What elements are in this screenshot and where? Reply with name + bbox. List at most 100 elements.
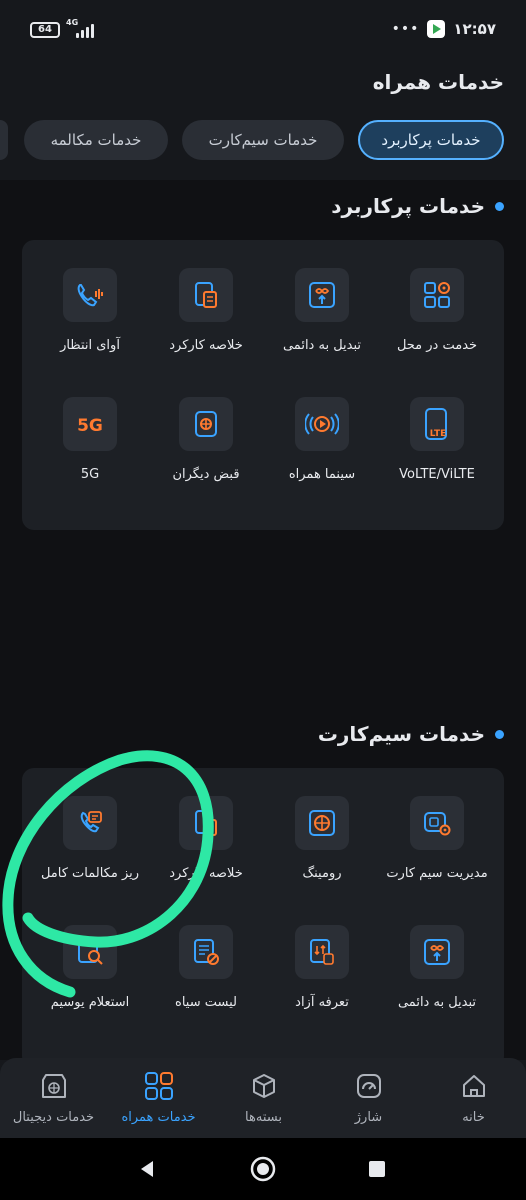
- back-triangle-icon: [141, 1161, 153, 1177]
- grid-location-icon: [410, 268, 464, 322]
- item-label: VoLTE/ViLTE: [399, 467, 475, 482]
- service-others-bill[interactable]: قبض دیگران: [146, 397, 266, 482]
- section-bullet: [495, 201, 504, 211]
- service-convert-permanent-sim[interactable]: تبدیل به دائمی: [377, 925, 497, 1010]
- usage-summary-icon: [179, 268, 233, 322]
- item-label: استعلام یوسیم: [50, 995, 130, 1010]
- nav-mobile-services[interactable]: خدمات همراه: [106, 1070, 211, 1125]
- blacklist-icon: [179, 925, 233, 979]
- service-sim-management[interactable]: مدیریت سیم کارت: [377, 796, 497, 881]
- service-5g[interactable]: 5G 5G: [30, 397, 150, 482]
- item-label: مدیریت سیم کارت: [386, 866, 488, 881]
- tab-sim-services[interactable]: خدمات سیم‌کارت: [182, 120, 344, 160]
- service-roaming[interactable]: رومینگ: [262, 796, 382, 881]
- home-button[interactable]: [248, 1154, 278, 1184]
- phone-ringback-icon: [63, 268, 117, 322]
- convert-permanent-icon: [410, 925, 464, 979]
- home-circle-icon: [250, 1156, 276, 1182]
- 5g-icon: 5G: [63, 397, 117, 451]
- item-label: تبدیل به دائمی: [397, 995, 477, 1010]
- service-call-details[interactable]: ریز مکالمات کامل: [30, 796, 150, 881]
- home-icon: [421, 1070, 526, 1102]
- section-title-popular: خدمات پرکاربرد: [331, 194, 504, 218]
- section-bullet: [495, 729, 504, 739]
- lte-icon: LTE: [410, 397, 464, 451]
- nav-label: خدمات همراه: [121, 1110, 196, 1125]
- status-bar: 64 4G ••• ۱۲:۵۷: [0, 0, 526, 60]
- service-usage-summary[interactable]: خلاصه کارکرد: [146, 268, 266, 353]
- nav-label: بسته‌ها: [245, 1110, 282, 1125]
- svg-text:5G: 5G: [77, 416, 103, 436]
- item-label: ریز مکالمات کامل: [40, 866, 140, 881]
- battery-icon: 64: [30, 22, 60, 38]
- bottom-navigation: خانه شارژ بسته‌ها خدمات همراه خدمات دیجی…: [0, 1058, 526, 1138]
- section-title-sim: خدمات سیم‌کارت: [318, 722, 504, 746]
- nav-charge[interactable]: شارژ: [316, 1070, 421, 1125]
- recents-button[interactable]: [362, 1154, 392, 1184]
- recents-square-icon: [369, 1161, 385, 1177]
- service-volte[interactable]: LTE VoLTE/ViLTE: [377, 397, 497, 482]
- roaming-globe-icon: [295, 796, 349, 850]
- item-label: تعرفه آزاد: [295, 995, 349, 1010]
- nav-packages[interactable]: بسته‌ها: [211, 1070, 316, 1125]
- signal-icon: 4G: [66, 18, 94, 38]
- section-title-text: خدمات پرکاربرد: [331, 194, 485, 218]
- item-label: سینما همراه: [288, 467, 356, 482]
- page-title: خدمات همراه: [372, 70, 504, 94]
- service-ringback-tone[interactable]: آوای انتظار: [30, 268, 150, 353]
- others-bill-icon: [179, 397, 233, 451]
- back-button[interactable]: [132, 1154, 162, 1184]
- nav-label: شارژ: [354, 1110, 383, 1125]
- popular-services-card: خدمت در محل تبدیل به دائمی خلاصه کارکرد …: [22, 240, 504, 530]
- tab-call-services[interactable]: خدمات مکالمه: [24, 120, 168, 160]
- services-grid-icon: [106, 1070, 211, 1102]
- service-free-tariff[interactable]: تعرفه آزاد: [262, 925, 382, 1010]
- free-tariff-icon: [295, 925, 349, 979]
- item-label: خلاصه کارکرد: [169, 338, 243, 353]
- battery-level: 64: [38, 24, 52, 35]
- overflow-dots: •••: [391, 21, 420, 37]
- item-label: خلاصه کارکرد: [169, 866, 243, 881]
- charge-gauge-icon: [316, 1070, 421, 1102]
- sim-services-card: مدیریت سیم کارت رومینگ خلاصه کارکرد ریز …: [22, 768, 504, 1068]
- tab-partial-offscreen[interactable]: [0, 120, 8, 160]
- item-label: آوای انتظار: [60, 338, 120, 353]
- tab-label: خدمات سیم‌کارت: [208, 131, 318, 149]
- tab-label: خدمات مکالمه: [50, 131, 142, 149]
- status-right: ••• ۱۲:۵۷: [392, 20, 496, 38]
- item-label: خدمت در محل: [396, 338, 478, 353]
- system-navigation-bar: [0, 1138, 526, 1200]
- section-title-text: خدمات سیم‌کارت: [317, 722, 485, 746]
- item-label: لیست سیاه: [175, 995, 237, 1010]
- network-type: 4G: [66, 18, 79, 27]
- service-onsite[interactable]: خدمت در محل: [377, 268, 497, 353]
- usage-summary-icon: [179, 796, 233, 850]
- svg-text:LTE: LTE: [430, 429, 447, 439]
- nav-label: خانه: [462, 1110, 485, 1125]
- service-blacklist[interactable]: لیست سیاه: [146, 925, 266, 1010]
- status-left: 64 4G: [30, 18, 94, 38]
- item-label: تبدیل به دائمی: [282, 338, 362, 353]
- tab-popular-services[interactable]: خدمات پرکاربرد: [358, 120, 504, 160]
- service-cinema[interactable]: سینما همراه: [262, 397, 382, 482]
- call-details-icon: [63, 796, 117, 850]
- digital-store-icon: [1, 1070, 106, 1102]
- tab-label: خدمات پرکاربرد: [381, 131, 481, 149]
- nav-digital-services[interactable]: خدمات دیجیتال: [1, 1070, 106, 1125]
- item-label: قبض دیگران: [172, 467, 240, 482]
- convert-permanent-icon: [295, 268, 349, 322]
- cinema-play-icon: [295, 397, 349, 451]
- service-convert-permanent[interactable]: تبدیل به دائمی: [262, 268, 382, 353]
- item-label: 5G: [80, 467, 100, 482]
- sim-manage-icon: [410, 796, 464, 850]
- nav-label: خدمات دیجیتال: [12, 1110, 95, 1125]
- play-store-icon: [427, 20, 446, 38]
- clock: ۱۲:۵۷: [453, 20, 496, 38]
- item-label: رومینگ: [302, 866, 342, 881]
- service-usage-summary-sim[interactable]: خلاصه کارکرد: [146, 796, 266, 881]
- package-box-icon: [211, 1070, 316, 1102]
- category-tabs: خدمات پرکاربرد خدمات سیم‌کارت خدمات مکال…: [0, 120, 526, 162]
- service-usim-inquiry[interactable]: استعلام یوسیم: [30, 925, 150, 1010]
- nav-home[interactable]: خانه: [421, 1070, 526, 1125]
- usim-inquiry-icon: [63, 925, 117, 979]
